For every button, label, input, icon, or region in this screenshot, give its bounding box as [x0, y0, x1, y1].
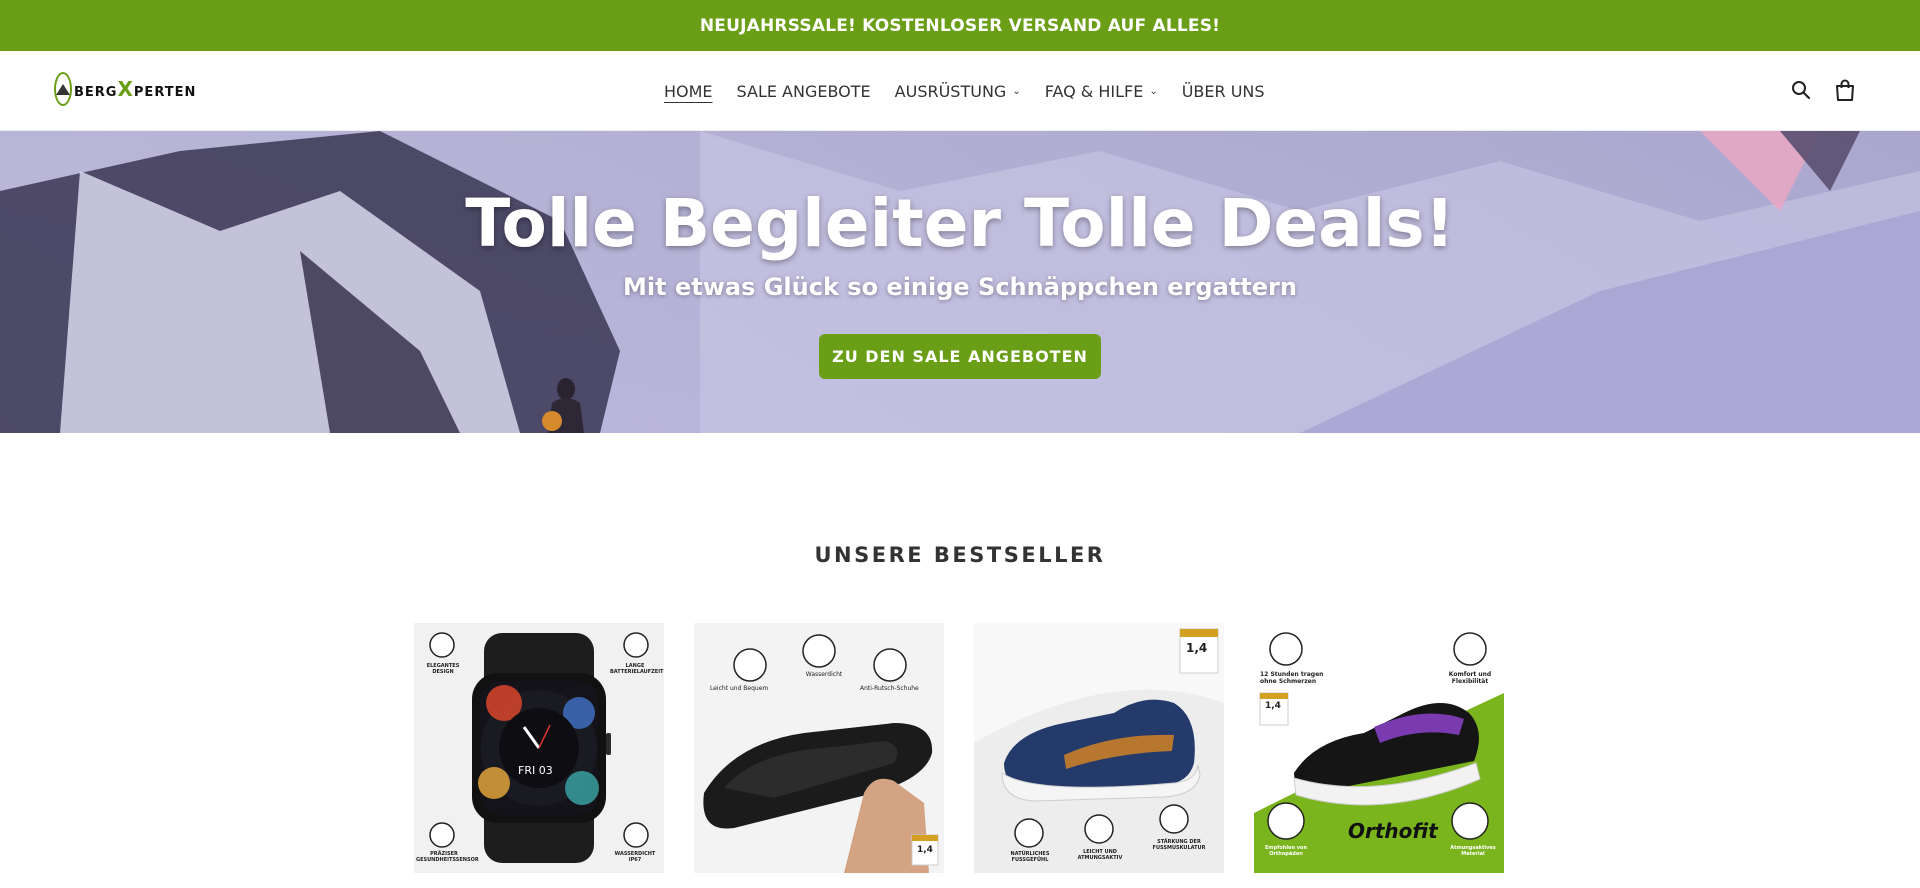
product-feature-label: Wasserdicht — [805, 671, 843, 678]
search-icon[interactable] — [1790, 78, 1812, 102]
hero-subtitle: Mit etwas Glück so einige Schnäppchen er… — [623, 273, 1297, 301]
sneaker-image — [974, 623, 1224, 873]
cart-icon[interactable] — [1834, 78, 1856, 102]
site-header: BERGXPERTEN HOME SALE ANGEBOTE AUSRÜSTUN… — [0, 51, 1920, 131]
product-feature-label: PRÄZISER GESUNDHEITSSENSOR — [416, 851, 479, 863]
product-card-sneaker[interactable]: NATÜRLICHES FUSSGEFÜHL LEICHT UND ATMUNG… — [974, 623, 1224, 873]
product-feature-label: LEICHT UND ATMUNGSAKTIV — [1077, 849, 1123, 861]
site-logo[interactable]: BERGXPERTEN — [54, 70, 195, 108]
logo-mountain-icon — [54, 72, 72, 106]
hero-banner: Tolle Begleiter Tolle Deals! Mit etwas G… — [0, 131, 1920, 433]
watch-screen-text: FRI 03 — [518, 764, 553, 777]
smartwatch-image — [414, 623, 664, 873]
hero-title: Tolle Begleiter Tolle Deals! — [465, 185, 1455, 262]
chevron-down-icon: ⌄ — [1012, 85, 1021, 97]
announcement-bar: NEUJAHRSSALE! KOSTENLOSER VERSAND AUF AL… — [0, 0, 1920, 51]
nav-item-ausruestung[interactable]: AUSRÜSTUNG ⌄ — [895, 82, 1021, 101]
rating-badge: 1,4 — [1186, 641, 1208, 655]
bestseller-heading: UNSERE BESTSELLER — [814, 543, 1106, 567]
nav-item-faq[interactable]: FAQ & HILFE ⌄ — [1045, 82, 1158, 101]
sale-cta-button[interactable]: ZU DEN SALE ANGEBOTEN — [819, 334, 1101, 379]
rating-badge: 1,4 — [1265, 701, 1281, 711]
product-feature-label: Empfohlen von Orthopäden — [1264, 845, 1308, 857]
product-feature-label: WASSERDICHT IP67 — [614, 851, 656, 863]
product-feature-label: Leicht und Bequem — [710, 685, 769, 692]
product-feature-label: 12 Stunden tragen ohne Schmerzen — [1260, 671, 1324, 685]
chevron-down-icon: ⌄ — [1149, 85, 1158, 97]
product-grid: FRI 03 ELEGANTES DESIGN LANGE BATTERIELA… — [414, 623, 1504, 873]
main-nav: HOME SALE ANGEBOTE AUSRÜSTUNG ⌄ FAQ & HI… — [664, 51, 1265, 131]
slides-image — [694, 623, 944, 873]
product-card-slides[interactable]: Leicht und Bequem Wasserdicht Anti-Rutsc… — [694, 623, 944, 873]
product-feature-label: STÄRKUNG DER FUSSMUSKULATUR — [1152, 839, 1206, 851]
nav-item-ueber-uns[interactable]: ÜBER UNS — [1182, 82, 1265, 101]
product-feature-label: LANGE BATTERIELAUFZEIT — [610, 663, 664, 675]
logo-wordmark: BERGXPERTEN — [74, 77, 197, 101]
product-feature-label: Anti-Rutsch-Schuhe — [860, 685, 919, 692]
product-card-orthofit[interactable]: 12 Stunden tragen ohne Schmerzen Komfort… — [1254, 623, 1504, 873]
product-feature-label: NATÜRLICHES FUSSGEFÜHL — [1010, 851, 1050, 863]
product-card-smartwatch[interactable]: FRI 03 ELEGANTES DESIGN LANGE BATTERIELA… — [414, 623, 664, 873]
nav-item-sale[interactable]: SALE ANGEBOTE — [737, 82, 871, 101]
nav-item-home[interactable]: HOME — [664, 82, 713, 101]
orthofit-brand-label: Orthofit — [1348, 819, 1438, 843]
product-feature-label: Atmungsaktives Material — [1450, 845, 1496, 857]
product-feature-label: Komfort und Flexibilität — [1448, 671, 1492, 685]
rating-badge: 1,4 — [917, 845, 933, 855]
product-feature-label: ELEGANTES DESIGN — [426, 663, 460, 675]
header-actions — [1790, 78, 1856, 102]
announcement-text: NEUJAHRSSALE! KOSTENLOSER VERSAND AUF AL… — [699, 15, 1221, 36]
